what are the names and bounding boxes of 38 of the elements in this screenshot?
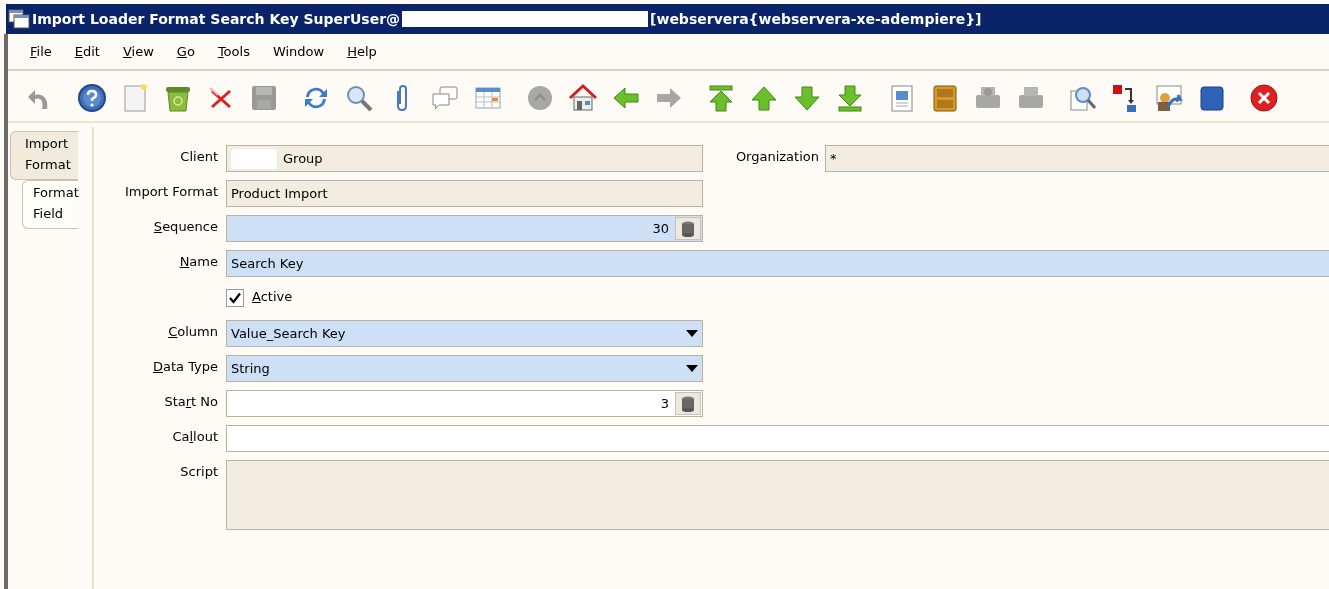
number-field[interactable]: 30 — [226, 215, 703, 242]
dropdown-field[interactable]: Value_Search Key — [226, 320, 703, 347]
menu-item[interactable]: View — [114, 42, 162, 61]
menu-item[interactable]: Go — [168, 42, 203, 61]
field-label: Import Format — [123, 183, 219, 201]
home-icon[interactable] — [567, 82, 599, 114]
input-field[interactable]: * — [825, 145, 1329, 172]
menu-item[interactable]: Help — [339, 42, 385, 61]
window-title: Import Loader Format Search Key SuperUser@ — [32, 11, 401, 27]
field-label: Script — [179, 463, 219, 481]
field-label: Sequence — [152, 218, 219, 236]
tab[interactable]: Format Field — [22, 180, 78, 229]
menu-item[interactable]: Edit — [66, 42, 108, 61]
menu-item[interactable]: File — [22, 42, 60, 61]
field-label: Data Type — [151, 358, 219, 376]
window-title: [webservera{webservera-xe-adempiere}] — [650, 11, 982, 27]
field-label: Client — [179, 148, 219, 166]
checkbox-label[interactable]: Active — [252, 285, 293, 309]
caret-icon — [686, 330, 698, 337]
menu-item[interactable]: Window — [264, 42, 333, 61]
field-label: Start No — [163, 393, 219, 411]
field-label: Callout — [171, 428, 219, 446]
field-label: Column — [167, 323, 219, 341]
dropdown-field[interactable]: String — [226, 355, 703, 382]
exit-icon[interactable] — [1248, 82, 1280, 114]
help-icon[interactable] — [76, 82, 108, 114]
menu-item[interactable]: Tools — [209, 42, 258, 61]
checkbox[interactable] — [226, 289, 244, 307]
field-label: Name — [178, 253, 219, 271]
window-icon — [8, 9, 30, 29]
input-field[interactable]: Product Import — [226, 180, 703, 207]
tab[interactable]: Import Format — [10, 131, 78, 180]
input-field[interactable] — [226, 425, 1329, 452]
field-label: Organization — [734, 148, 820, 166]
number-field[interactable]: 3 — [226, 390, 703, 417]
input-field[interactable]: Search Key — [226, 250, 1329, 277]
input-field[interactable]: Group — [226, 145, 703, 172]
caret-icon — [686, 365, 698, 372]
